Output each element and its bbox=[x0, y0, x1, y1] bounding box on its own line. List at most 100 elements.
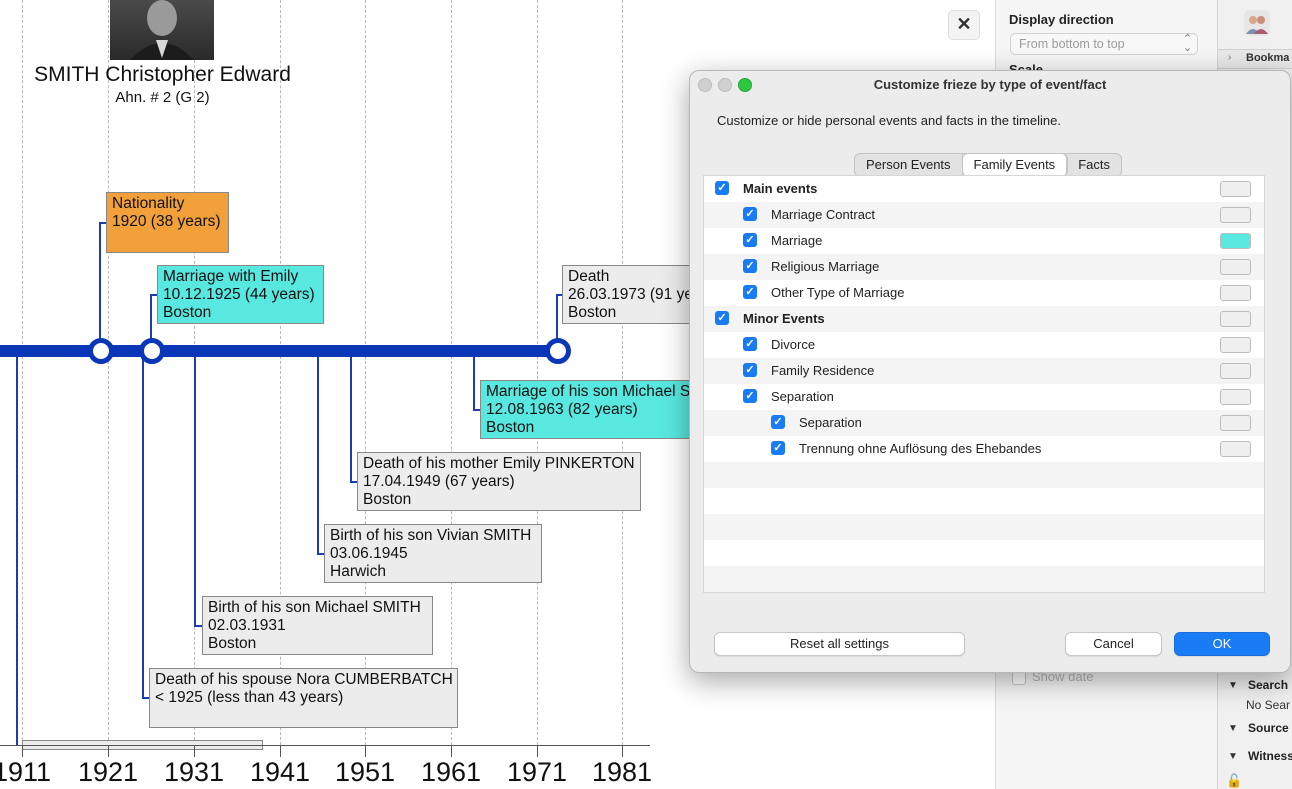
people-icon[interactable] bbox=[1244, 10, 1270, 36]
row-label: Marriage Contract bbox=[771, 207, 876, 222]
witness-section-label[interactable]: Witness bbox=[1248, 749, 1292, 763]
chevron-down-icon: ▼ bbox=[1228, 751, 1238, 762]
event-date: 17.04.1949 (67 years) bbox=[363, 473, 515, 490]
event-stem bbox=[350, 357, 352, 482]
event-stem bbox=[317, 357, 319, 554]
event-stem bbox=[194, 357, 196, 626]
display-direction-label: Display direction bbox=[1009, 12, 1114, 27]
color-swatch[interactable] bbox=[1220, 285, 1251, 301]
event-type-tabs: Person Events Family Events Facts bbox=[854, 153, 1122, 177]
color-swatch[interactable] bbox=[1220, 233, 1251, 249]
row-label: Trennung ohne Auflösung des Ehebandes bbox=[799, 441, 1042, 456]
row-label: Separation bbox=[799, 415, 862, 430]
other-marriage-checkbox[interactable]: ✓ bbox=[743, 285, 757, 299]
sources-section-label[interactable]: Source bbox=[1248, 721, 1289, 735]
list-row-trennung: ✓ Trennung ohne Auflösung des Ehebandes bbox=[704, 436, 1264, 462]
close-button[interactable]: ✕ bbox=[948, 10, 980, 40]
event-title: Death of his mother Emily PINKERTON bbox=[363, 455, 635, 472]
divorce-checkbox[interactable]: ✓ bbox=[743, 337, 757, 351]
trennung-checkbox[interactable]: ✓ bbox=[771, 441, 785, 455]
minor-events-checkbox[interactable]: ✓ bbox=[715, 311, 729, 325]
event-title: Nationality bbox=[112, 195, 185, 212]
marriage-checkbox[interactable]: ✓ bbox=[743, 233, 757, 247]
display-direction-value: From bottom to top bbox=[1019, 37, 1125, 51]
event-card-marriage[interactable]: Marriage with Emily 10.12.1925 (44 years… bbox=[157, 265, 324, 324]
event-title: Birth of his son Michael SMITH bbox=[208, 599, 421, 616]
row-label: Minor Events bbox=[743, 311, 825, 326]
tab-person-events[interactable]: Person Events bbox=[855, 154, 963, 176]
color-swatch[interactable] bbox=[1220, 207, 1251, 223]
event-card-death[interactable]: Death 26.03.1973 (91 ye Boston bbox=[562, 265, 702, 324]
list-row-main-events: ✓ Main events bbox=[704, 176, 1264, 202]
religious-marriage-checkbox[interactable]: ✓ bbox=[743, 259, 757, 273]
marriage-contract-checkbox[interactable]: ✓ bbox=[743, 207, 757, 221]
bookmarks-header[interactable]: › Bookma bbox=[1218, 49, 1292, 69]
empty-row bbox=[704, 540, 1264, 566]
timeline-node[interactable] bbox=[545, 338, 571, 364]
reset-all-settings-button[interactable]: Reset all settings bbox=[714, 632, 965, 656]
event-title: Death bbox=[568, 268, 610, 285]
tab-family-events[interactable]: Family Events bbox=[962, 154, 1068, 176]
axis-year-label: 1951 bbox=[334, 757, 396, 787]
ok-button[interactable]: OK bbox=[1174, 632, 1270, 656]
axis-tick bbox=[622, 745, 623, 757]
event-card-son-michael-birth[interactable]: Birth of his son Michael SMITH 02.03.193… bbox=[202, 596, 433, 655]
axis-year-label: 1931 bbox=[163, 757, 225, 787]
timeline-node[interactable] bbox=[139, 338, 165, 364]
color-swatch[interactable] bbox=[1220, 389, 1251, 405]
list-row-divorce: ✓ Divorce bbox=[704, 332, 1264, 358]
event-stem bbox=[473, 357, 475, 410]
tab-facts[interactable]: Facts bbox=[1067, 154, 1121, 176]
search-section-label[interactable]: Search bbox=[1248, 678, 1288, 692]
event-card-mother-death[interactable]: Death of his mother Emily PINKERTON 17.0… bbox=[357, 452, 641, 511]
event-place: Boston bbox=[208, 635, 257, 652]
list-row-other-marriage: ✓ Other Type of Marriage bbox=[704, 280, 1264, 306]
list-row-marriage: ✓ Marriage bbox=[704, 228, 1264, 254]
list-row-religious-marriage: ✓ Religious Marriage bbox=[704, 254, 1264, 280]
event-title: Death of his spouse Nora CUMBERBATCH bbox=[155, 671, 453, 688]
separation-group-checkbox[interactable]: ✓ bbox=[743, 389, 757, 403]
row-label: Main events bbox=[743, 181, 818, 196]
list-row-family-residence: ✓ Family Residence bbox=[704, 358, 1264, 384]
color-swatch[interactable] bbox=[1220, 441, 1251, 457]
axis-tick bbox=[194, 745, 195, 757]
event-title: Marriage with Emily bbox=[163, 268, 299, 285]
event-date: < 1925 (less than 43 years) bbox=[155, 689, 344, 706]
lock-icon[interactable]: 🔓 bbox=[1226, 773, 1242, 789]
axis-tick bbox=[22, 745, 23, 757]
event-card-son-vivian-birth[interactable]: Birth of his son Vivian SMITH 03.06.1945… bbox=[324, 524, 542, 583]
scale-label: Scale bbox=[1009, 62, 1043, 70]
separation-checkbox[interactable]: ✓ bbox=[771, 415, 785, 429]
person-name: SMITH Christopher Edward bbox=[34, 63, 291, 86]
event-place: Boston bbox=[486, 419, 535, 436]
event-date: 26.03.1973 (91 ye bbox=[568, 286, 693, 303]
event-card-nationality[interactable]: Nationality 1920 (38 years) bbox=[106, 192, 229, 253]
color-swatch[interactable] bbox=[1220, 337, 1251, 353]
color-swatch[interactable] bbox=[1220, 311, 1251, 327]
family-residence-checkbox[interactable]: ✓ bbox=[743, 363, 757, 377]
color-swatch[interactable] bbox=[1220, 181, 1251, 197]
cancel-button[interactable]: Cancel bbox=[1065, 632, 1162, 656]
select-stepper-icon: ⌃ ⌄ bbox=[1183, 33, 1193, 54]
event-type-list: ✓ Main events ✓ Marriage Contract ✓ Marr… bbox=[703, 175, 1265, 593]
empty-row bbox=[704, 488, 1264, 514]
event-place: Harwich bbox=[330, 563, 386, 580]
display-direction-select[interactable]: From bottom to top ⌃ ⌄ bbox=[1010, 33, 1198, 55]
main-events-checkbox[interactable]: ✓ bbox=[715, 181, 729, 195]
empty-row bbox=[704, 514, 1264, 540]
color-swatch[interactable] bbox=[1220, 259, 1251, 275]
empty-row bbox=[704, 566, 1264, 592]
event-date: 10.12.1925 (44 years) bbox=[163, 286, 315, 303]
event-card-spouse-death[interactable]: Death of his spouse Nora CUMBERBATCH < 1… bbox=[149, 668, 458, 728]
dialog-titlebar[interactable]: Customize frieze by type of event/fact bbox=[690, 71, 1290, 99]
event-date: 03.06.1945 bbox=[330, 545, 408, 562]
show-date-checkbox[interactable] bbox=[1012, 671, 1026, 685]
event-stem bbox=[142, 357, 144, 698]
event-card-son-marriage[interactable]: Marriage of his son Michael S 12.08.1963… bbox=[480, 380, 702, 439]
color-swatch[interactable] bbox=[1220, 415, 1251, 431]
chevron-down-icon: ▼ bbox=[1228, 680, 1238, 691]
people-icon-glyph bbox=[1246, 16, 1268, 34]
timeline-node[interactable] bbox=[88, 338, 114, 364]
event-title: Birth of his son Vivian SMITH bbox=[330, 527, 532, 544]
color-swatch[interactable] bbox=[1220, 363, 1251, 379]
